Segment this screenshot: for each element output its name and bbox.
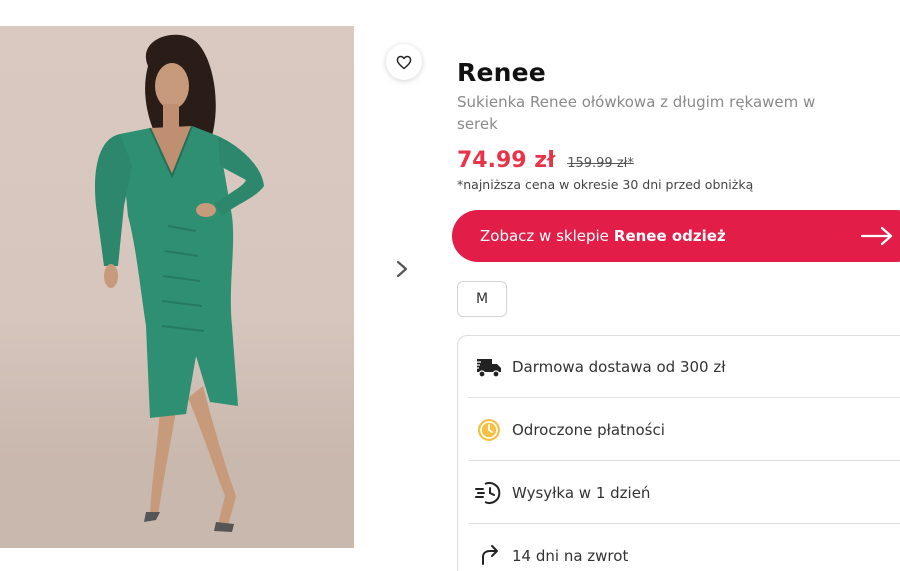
arrow-right-icon [860, 226, 893, 246]
fast-clock-icon [475, 479, 503, 507]
benefit-free-delivery: Darmowa dostawa od 300 zł [468, 336, 900, 398]
return-arrow-icon [475, 542, 503, 570]
next-image-button[interactable] [392, 258, 412, 280]
product-brand: Renee [457, 58, 546, 87]
benefit-return-14-days: 14 dni na zwrot [468, 525, 900, 571]
truck-icon [475, 353, 503, 381]
old-price: 159.99 zł* [567, 156, 634, 171]
heart-icon [396, 55, 412, 69]
view-in-shop-button[interactable]: Zobacz w sklepie Renee odzież [452, 210, 900, 262]
benefits-list: Darmowa dostawa od 300 zł Odroczone płat… [457, 335, 900, 571]
size-option-m[interactable]: M [457, 281, 507, 317]
chevron-right-icon [396, 260, 408, 278]
benefit-label: Odroczone płatności [512, 420, 665, 439]
product-photo [0, 34, 354, 548]
benefit-label: Darmowa dostawa od 300 zł [512, 357, 726, 376]
benefit-deferred-payments: Odroczone płatności [468, 399, 900, 461]
clock-coin-icon [475, 416, 503, 444]
product-image[interactable] [0, 26, 354, 548]
favorite-button[interactable] [386, 44, 422, 80]
current-price: 74.99 zł [457, 148, 556, 173]
cta-prefix: Zobacz w sklepie [480, 227, 609, 245]
product-description: Sukienka Renee ołówkowa z długim rękawem… [457, 93, 816, 133]
benefit-shipping-1-day: Wysyłka w 1 dzień [468, 462, 900, 524]
benefit-label: Wysyłka w 1 dzień [512, 483, 651, 502]
price-row: 74.99 zł 159.99 zł* [457, 148, 634, 173]
lowest-price-note: *najniższa cena w okresie 30 dni przed o… [457, 177, 754, 192]
cta-shop-name: Renee odzież [613, 227, 726, 245]
benefit-label: 14 dni na zwrot [512, 546, 629, 565]
